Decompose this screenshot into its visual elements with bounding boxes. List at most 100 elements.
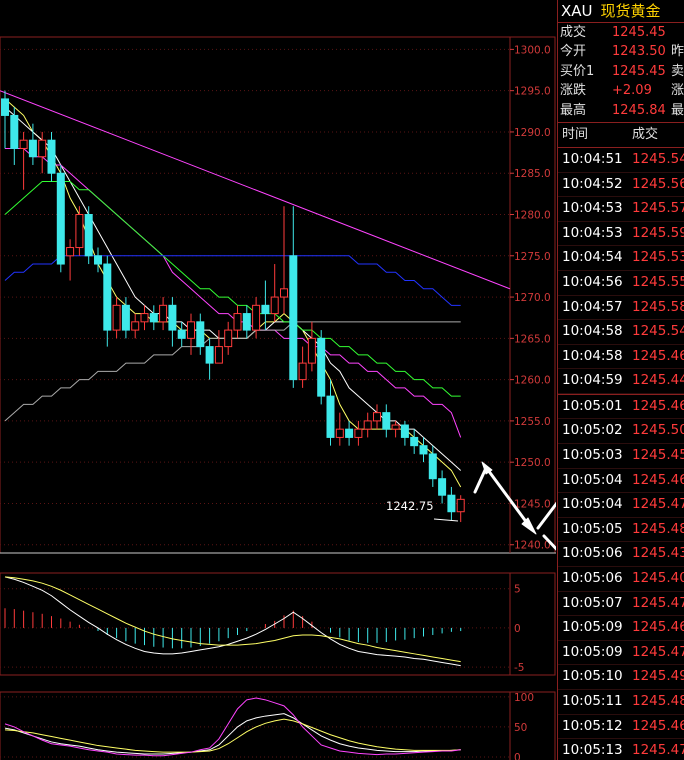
trendline[interactable] [0,90,511,290]
quote-label: 成交 [560,25,587,40]
tick-row[interactable]: 10:05:11 1245.48 [558,690,684,715]
tick-row[interactable]: 10:05:01 1245.46 [558,393,684,420]
kdj-y-axis: 100 50 0 [514,692,534,760]
main-price-panel[interactable]: 1300.0 1295.0 1290.0 1285.0 1280.0 1275.0 1270… [0,36,556,604]
chart-area[interactable]: 1300.0 1295.0 1290.0 1285.0 1280.0 1275.0 1270… [0,0,556,760]
tick-table[interactable]: 10:04:51 1245.54 10:04:52 1245.56 10:04:53 12… [558,148,684,760]
low-price-label: 1242.75 [386,499,434,513]
tick-time: 10:04:59 [562,372,623,389]
tick-row[interactable]: 10:05:13 1245.47 [558,739,684,760]
tick-time: 10:05:11 [562,693,623,710]
quote-row: 买价1 1245.45 卖 [558,62,684,81]
candle-body [400,424,409,438]
candle-body [447,494,456,513]
candle-body [335,428,344,438]
macd-line [4,576,461,667]
kdj-grid [0,696,510,758]
candle-body [187,321,195,339]
tick-row[interactable]: 10:04:58 1245.46 [558,345,684,370]
tick-table-header: 时间 成交 [558,123,684,148]
tick-row[interactable]: 10:05:04 1245.46 [558,469,684,494]
tick-time: 10:05:02 [562,422,623,439]
candle [317,330,326,405]
candle-body [168,304,177,331]
tick-price: 1245.47 [632,742,684,759]
y-tick-label: 1255.0 [514,416,551,428]
tick-row[interactable]: 10:04:56 1245.55 [558,271,684,296]
tick-time: 10:05:07 [562,594,623,611]
quote-value: 1245.84 [612,102,666,118]
tick-row[interactable]: 10:05:12 1245.46 [558,715,684,740]
tick-row[interactable]: 10:05:03 1245.45 [558,444,684,469]
tick-row[interactable]: 10:04:58 1245.54 [558,320,684,345]
candle-body [289,255,298,381]
candle [103,255,112,347]
quote-label: 涨跌 [560,83,587,99]
tick-price: 1245.46 [632,397,684,414]
tick-row[interactable]: 10:04:59 1245.44 [558,369,684,394]
candle-body [419,445,428,455]
y-tick-label: 1240.0 [514,540,551,552]
y-tick-label: 1250.0 [514,457,551,469]
tick-price: 1245.56 [632,175,684,192]
candle [280,206,288,314]
candle-body [47,139,56,174]
candle-body [10,114,19,149]
macd-panel[interactable]: 5 0 -5 [0,572,556,676]
tick-row[interactable]: 10:05:06 1245.43 [558,542,684,568]
y-tick-label: 1275.0 [514,251,551,263]
tick-row[interactable]: 10:05:02 1245.50 [558,419,684,445]
candle [149,305,158,331]
quote-panel: XAU 现货黄金 成交 1245.45 今开 1243.50 昨买价1 1245.45 卖涨跌… [557,0,684,760]
y-tick-label: 5 [514,584,521,596]
tick-row[interactable]: 10:04:53 1245.57 [558,197,684,222]
tick-row[interactable]: 10:04:51 1245.54 [558,148,684,173]
tick-row[interactable]: 10:05:06 1245.40 [558,567,684,592]
tick-row[interactable]: 10:05:07 1245.47 [558,592,684,617]
candle-body [121,304,130,331]
tick-price: 1245.54 [632,323,684,340]
tick-row[interactable]: 10:04:53 1245.59 [558,222,684,247]
tick-price: 1245.45 [632,447,684,464]
kdj-panel[interactable]: 100 50 0 [0,691,556,760]
candle [326,379,335,446]
tick-row[interactable]: 10:05:10 1245.49 [558,665,684,691]
quote-row: 涨跌 +2.09 涨 [558,81,684,100]
tick-price: 1245.46 [632,471,684,488]
candle-body [363,420,372,430]
macd-line [4,576,461,663]
candle-body [224,329,233,348]
tick-row[interactable]: 10:05:05 1245.48 [558,518,684,543]
low-price-annotation: 1242.75 [386,499,459,522]
y-tick-label: 1270.0 [514,292,551,304]
tick-row[interactable]: 10:05:09 1245.46 [558,616,684,641]
tick-row[interactable]: 10:04:57 1245.58 [558,296,684,321]
tick-row[interactable]: 10:05:09 1245.47 [558,641,684,666]
tick-price: 1245.46 [632,717,684,734]
tick-time: 10:05:03 [562,447,623,464]
y-tick-label: -5 [514,662,524,674]
tick-time: 10:05:10 [562,668,623,685]
tick-row[interactable]: 10:04:54 1245.53 [558,246,684,271]
candle-body [456,498,465,513]
tick-price: 1245.57 [632,200,684,217]
tick-row[interactable]: 10:05:04 1245.47 [558,493,684,518]
candle-body [391,424,400,430]
candle-body [159,304,168,323]
tick-price: 1245.46 [632,347,684,364]
candle-body [298,362,307,381]
candle-body [233,313,242,331]
tick-time: 10:05:12 [562,717,623,734]
tick-price: 1245.48 [632,520,684,537]
tick-row[interactable]: 10:04:52 1245.56 [558,173,684,198]
tick-time: 10:05:04 [562,496,623,513]
candle-body [242,313,251,331]
candle [307,321,316,372]
candle-body [196,321,205,348]
candle [410,429,419,454]
candle-body [131,321,140,331]
candle [75,206,84,256]
candle-body [149,313,158,323]
candle-body [38,139,47,158]
y-tick-label: 1245.0 [514,498,551,510]
